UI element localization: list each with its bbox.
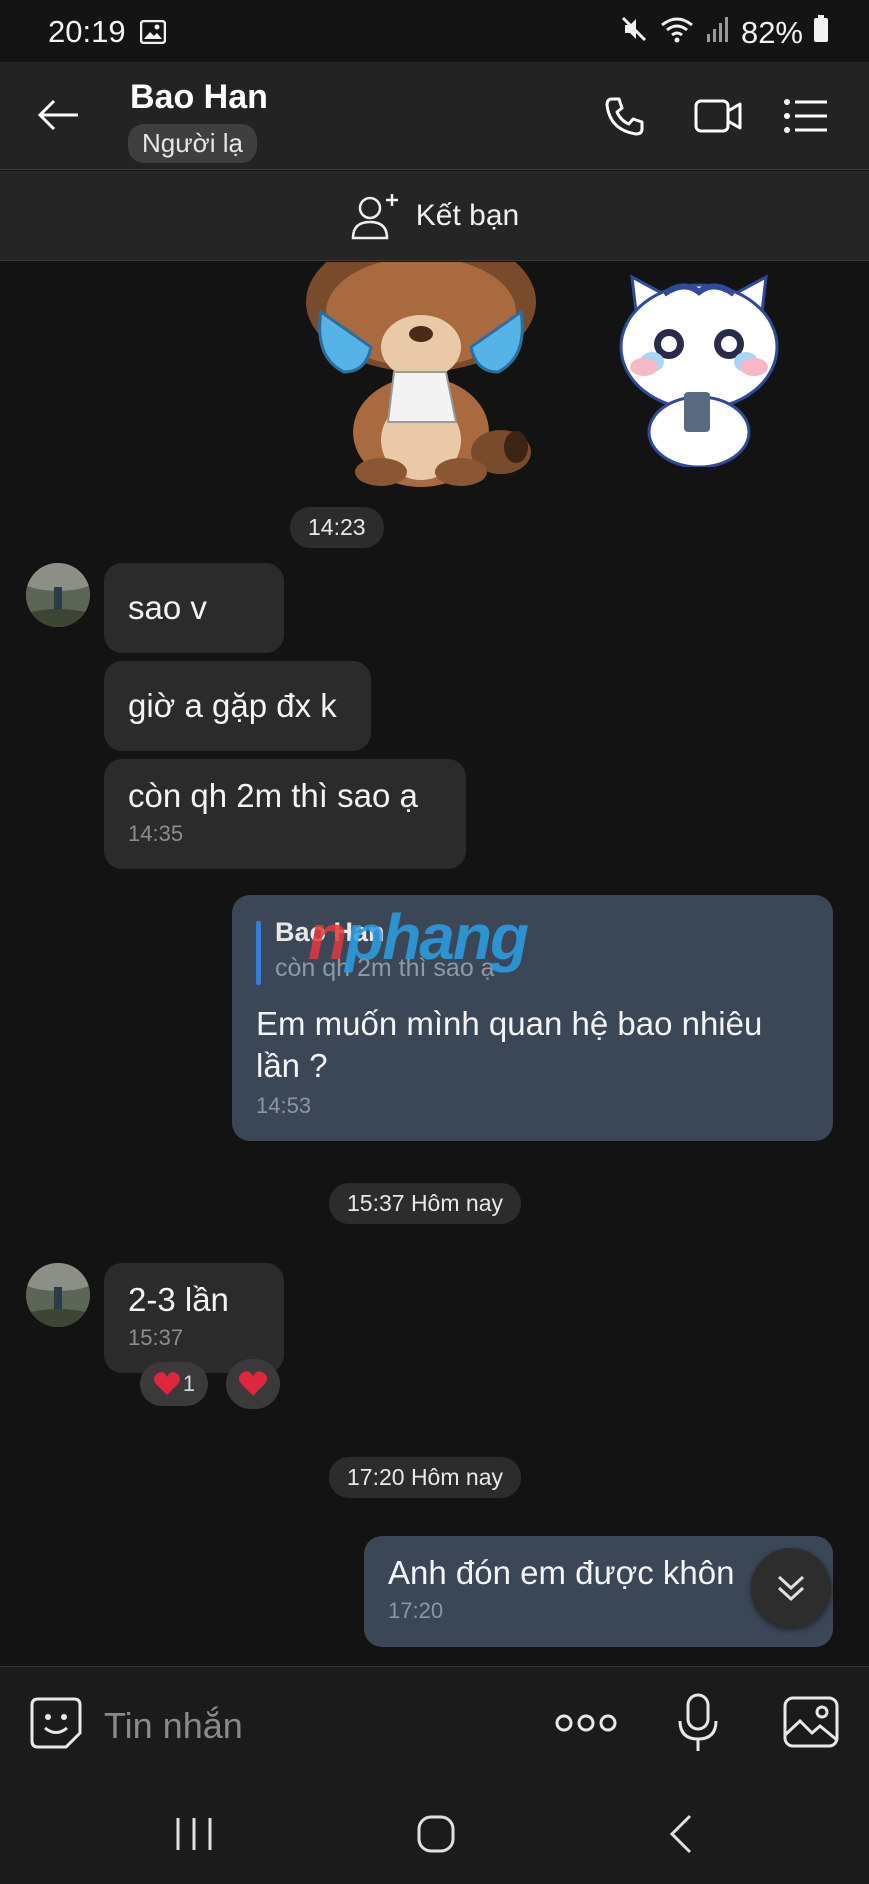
more-dots-icon (555, 1714, 617, 1732)
signal-icon (705, 14, 731, 52)
message-composer (0, 1666, 869, 1784)
chat-header: Bao Han Người lạ (0, 62, 869, 170)
contact-avatar[interactable] (26, 1263, 90, 1327)
message-bubble[interactable]: sao v (104, 563, 284, 653)
react-heart-button[interactable] (226, 1359, 280, 1409)
home-button[interactable] (416, 1814, 456, 1854)
message-time: 15:37 (128, 1325, 184, 1350)
crying-raccoon-sticker[interactable] (296, 262, 546, 492)
arrow-left-icon (37, 99, 78, 131)
message-text: 2-3 lần (128, 1281, 229, 1318)
stranger-badge: Người lạ (128, 124, 257, 163)
contact-name[interactable]: Bao Han (130, 78, 268, 117)
sticker-smile-icon (30, 1697, 82, 1749)
status-indicators: 82% (619, 14, 829, 52)
time-separator: 14:23 (290, 507, 384, 548)
voice-call-button[interactable] (598, 90, 650, 142)
message-bubble[interactable]: 2-3 lần 15:37 (104, 1263, 284, 1373)
add-friend-label: Kết bạn (415, 198, 520, 232)
back-button[interactable] (30, 90, 86, 140)
message-time: 14:35 (128, 821, 184, 846)
microphone-icon (678, 1693, 718, 1751)
more-options-button[interactable] (554, 1703, 618, 1743)
battery-percent: 82% (740, 15, 803, 50)
time-separator: 15:37 Hôm nay (329, 1183, 521, 1224)
home-icon (417, 1815, 455, 1853)
phone-icon (605, 97, 644, 136)
list-menu-icon (784, 99, 827, 133)
message-text: giờ a gặp đx k (128, 687, 337, 724)
add-user-icon (351, 193, 398, 239)
add-friend-button[interactable]: Kết bạn (0, 171, 869, 261)
video-call-button[interactable] (688, 90, 748, 142)
message-text: Anh đón em được khôn (388, 1554, 735, 1591)
voice-message-button[interactable] (676, 1691, 720, 1755)
message-time: 17:20 (388, 1598, 444, 1623)
watermark-text-b: phang (345, 901, 529, 973)
message-input[interactable] (104, 1699, 524, 1753)
watermark-logo: nphang (308, 900, 529, 974)
message-text: còn qh 2m thì sao ạ (128, 777, 418, 814)
quote-bar (256, 921, 261, 985)
message-bubble[interactable]: giờ a gặp đx k (104, 661, 371, 751)
crying-cat-sticker[interactable] (614, 272, 784, 469)
double-chevron-down-icon (777, 1575, 805, 1602)
photo-button[interactable] (782, 1695, 840, 1749)
video-camera-icon (694, 99, 742, 133)
system-back-button[interactable] (666, 1812, 696, 1856)
wifi-icon (659, 14, 695, 52)
recent-apps-icon (176, 1818, 212, 1850)
heart-icon (153, 1372, 180, 1395)
heart-icon (238, 1371, 268, 1396)
time-separator: 17:20 Hôm nay (329, 1457, 521, 1498)
recent-apps-button[interactable] (172, 1816, 216, 1852)
status-time: 20:19 (48, 14, 126, 49)
reaction-summary[interactable]: 1 (140, 1362, 208, 1406)
message-bubble[interactable]: còn qh 2m thì sao ạ 14:35 (104, 759, 466, 869)
contact-avatar[interactable] (26, 563, 90, 627)
image-icon (783, 1696, 839, 1748)
emoji-button[interactable] (28, 1695, 84, 1751)
system-navigation-bar (0, 1784, 869, 1884)
battery-icon (813, 15, 829, 51)
chevron-left-icon (669, 1814, 692, 1854)
mute-icon (619, 14, 649, 52)
message-text: sao v (128, 589, 207, 626)
gallery-notification-icon (139, 19, 167, 45)
chat-options-button[interactable] (780, 90, 832, 142)
message-text: Em muốn mình quan hệ bao nhiêu lần ? (256, 1005, 763, 1084)
watermark-text-a: n (308, 901, 347, 973)
message-time: 14:53 (256, 1093, 312, 1118)
scroll-to-bottom-button[interactable] (751, 1548, 831, 1628)
reaction-count: 1 (182, 1371, 196, 1396)
